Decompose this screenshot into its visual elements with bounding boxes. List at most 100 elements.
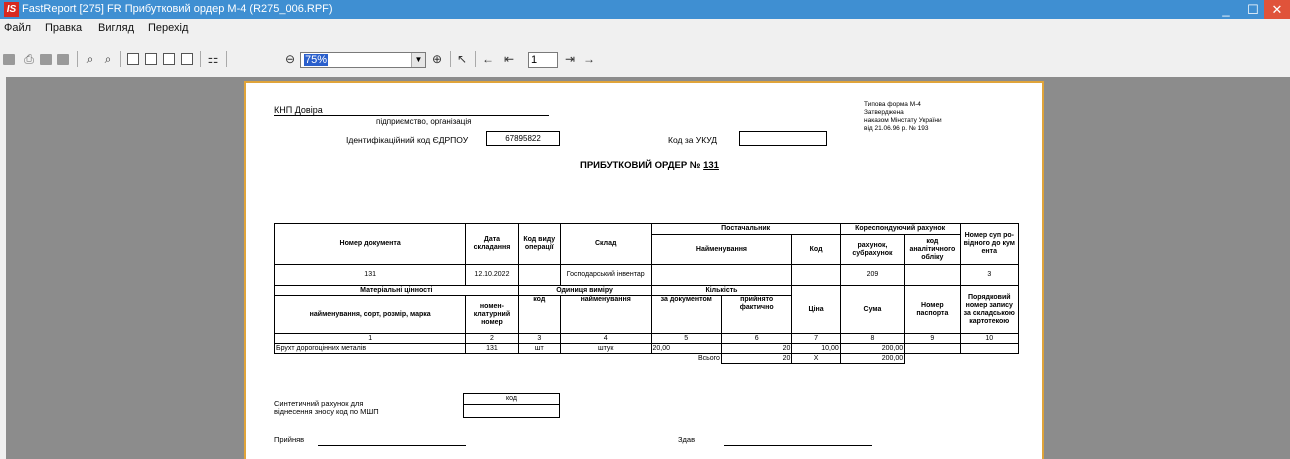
item-sum: 200,00 <box>839 343 906 354</box>
title-prefix: ПРИБУТКОВИЙ ОРДЕР № <box>580 160 701 171</box>
view-single-icon[interactable] <box>127 53 139 65</box>
first-page-icon[interactable]: ⇤ <box>502 52 516 66</box>
col-number: 4 <box>559 333 652 344</box>
col-number: 9 <box>904 333 961 344</box>
cell-supplier-code <box>791 264 841 286</box>
total-price: Х <box>791 353 841 364</box>
find-icon[interactable]: ⌕ <box>83 52 97 66</box>
document-title: ПРИБУТКОВИЙ ОРДЕР № 131 <box>580 160 719 171</box>
header-table: Номер документа Дата складання Код виду … <box>273 223 1020 364</box>
window-title: FastReport [275] FR Прибутковий ордер М-… <box>22 3 333 15</box>
outline-icon[interactable]: ⚏ <box>206 52 220 66</box>
code-value <box>463 404 560 418</box>
total-sum: 200,00 <box>839 353 906 364</box>
col-doc-number: Номер документа <box>273 223 467 265</box>
maximize-button[interactable]: ☐ <box>1240 0 1266 19</box>
cell-op-code <box>517 264 561 286</box>
edrpou-label: Ідентифікаційний код ЄДРПОУ <box>346 135 469 145</box>
menu-view[interactable]: Вигляд <box>98 22 134 34</box>
col-number: 6 <box>720 333 793 344</box>
form-line: наказом Мінстату України <box>864 117 942 124</box>
zoom-out-icon[interactable]: ⊖ <box>283 52 297 66</box>
handed-label: Здав <box>678 435 696 444</box>
minimize-button[interactable]: _ <box>1213 0 1239 19</box>
col-number: 2 <box>465 333 519 344</box>
cell-warehouse: Господарський інвентар <box>559 264 652 286</box>
col-corr-account: рахунок, субрахунок <box>839 234 906 265</box>
print-setup-icon[interactable]: ⎙ <box>22 52 36 66</box>
col-unit-name: найменування <box>559 295 652 334</box>
edrpou-value: 67895822 <box>486 131 560 146</box>
org-caption: підприємство, організація <box>376 117 472 126</box>
view-width-icon[interactable] <box>163 53 175 65</box>
app-logo-icon: IS <box>4 2 19 17</box>
cell-doc-number: 131 <box>273 264 467 286</box>
col-qty: Кількість <box>650 285 793 296</box>
synthetic-label-2: віднесення зносу код по МШП <box>274 407 379 416</box>
accepted-label: Прийняв <box>274 435 305 444</box>
col-qty-fact: прийнято фактично <box>720 295 793 334</box>
col-supplier: Постачальник <box>650 223 841 235</box>
view-multi-icon[interactable] <box>181 53 193 65</box>
report-page: КНП Довіра підприємство, організація Іде… <box>244 81 1044 459</box>
cell-account: 209 <box>839 264 906 286</box>
item-name: Брухт дорогоцінних металів <box>273 343 467 354</box>
next-page-icon[interactable]: → <box>582 52 596 66</box>
find-next-icon[interactable]: ⌕ <box>101 52 115 66</box>
col-warehouse: Склад <box>559 223 652 265</box>
zoom-select[interactable]: 75% ▼ <box>300 52 426 68</box>
save-icon[interactable] <box>40 54 52 65</box>
col-number: 5 <box>650 333 722 344</box>
menu-edit[interactable]: Правка <box>45 22 82 34</box>
cell-supporting: 3 <box>959 264 1020 286</box>
menu-bar: Файл Правка Вигляд Перехід <box>0 19 1290 37</box>
order-number: 131 <box>703 160 719 171</box>
item-nomen: 131 <box>465 343 519 354</box>
toolbar: ⎙ ⌕ ⌕ ⚏ ⊖ 75% ▼ ⊕ ↖ ← ⇤ 1 ⇥ → <box>0 37 1290 75</box>
close-button[interactable]: ✕ <box>1264 0 1290 19</box>
view-page-icon[interactable] <box>145 53 157 65</box>
col-nomenclature: номен-клатурний номер <box>465 295 519 334</box>
ukud-value <box>739 131 827 146</box>
col-supplier-name: Найменування <box>650 234 793 265</box>
col-sum: Сума <box>839 285 906 334</box>
cell-supplier-name <box>650 264 793 286</box>
col-passport: Номер паспорта <box>904 285 961 334</box>
col-number: 8 <box>839 333 906 344</box>
col-valuables: Матеріальні цінності <box>274 285 519 296</box>
item-qty-doc: 20,00 <box>650 343 722 354</box>
print-icon[interactable] <box>3 54 15 65</box>
menu-file[interactable]: Файл <box>4 22 31 34</box>
menu-go[interactable]: Перехід <box>148 22 188 34</box>
col-unit-code: код <box>517 295 561 334</box>
col-price: Ціна <box>791 285 841 334</box>
page-number-input[interactable]: 1 <box>528 52 558 68</box>
col-number: 3 <box>517 333 561 344</box>
zoom-in-icon[interactable]: ⊕ <box>430 52 444 66</box>
export-icon[interactable] <box>57 54 69 65</box>
col-op-code: Код виду операції <box>517 223 561 265</box>
table-row: Брухт дорогоцінних металів 131 шт штук 2… <box>273 343 1020 354</box>
col-card-no: Порядковий номер запису за складською ка… <box>959 285 1020 334</box>
zoom-value: 75% <box>304 54 329 66</box>
cell-date: 12.10.2022 <box>465 264 519 286</box>
prev-page-icon[interactable]: ← <box>481 52 495 66</box>
col-date: Дата складання <box>465 223 519 265</box>
pointer-icon[interactable]: ↖ <box>455 52 469 66</box>
chevron-down-icon[interactable]: ▼ <box>411 53 425 67</box>
col-number: 1 <box>273 333 467 344</box>
col-supporting-doc: Номер суп ро-відного до кум ента <box>959 223 1020 265</box>
title-bar: IS FastReport [275] FR Прибутковий ордер… <box>0 0 1290 19</box>
form-line: Затверджена <box>864 109 904 116</box>
item-qty-fact: 20 <box>720 343 793 354</box>
col-corr: Кореспондуючий рахунок <box>839 223 961 235</box>
col-corr-code: код аналітичного обліку <box>904 234 961 265</box>
col-supplier-code: Код <box>791 234 841 265</box>
last-page-icon[interactable]: ⇥ <box>563 52 577 66</box>
cell-analytic <box>904 264 961 286</box>
col-number: 10 <box>959 333 1020 344</box>
total-qty: 20 <box>720 353 793 364</box>
ukud-label: Код за УКУД <box>668 135 718 145</box>
item-card <box>959 343 1020 354</box>
total-label: Всього <box>697 354 720 362</box>
